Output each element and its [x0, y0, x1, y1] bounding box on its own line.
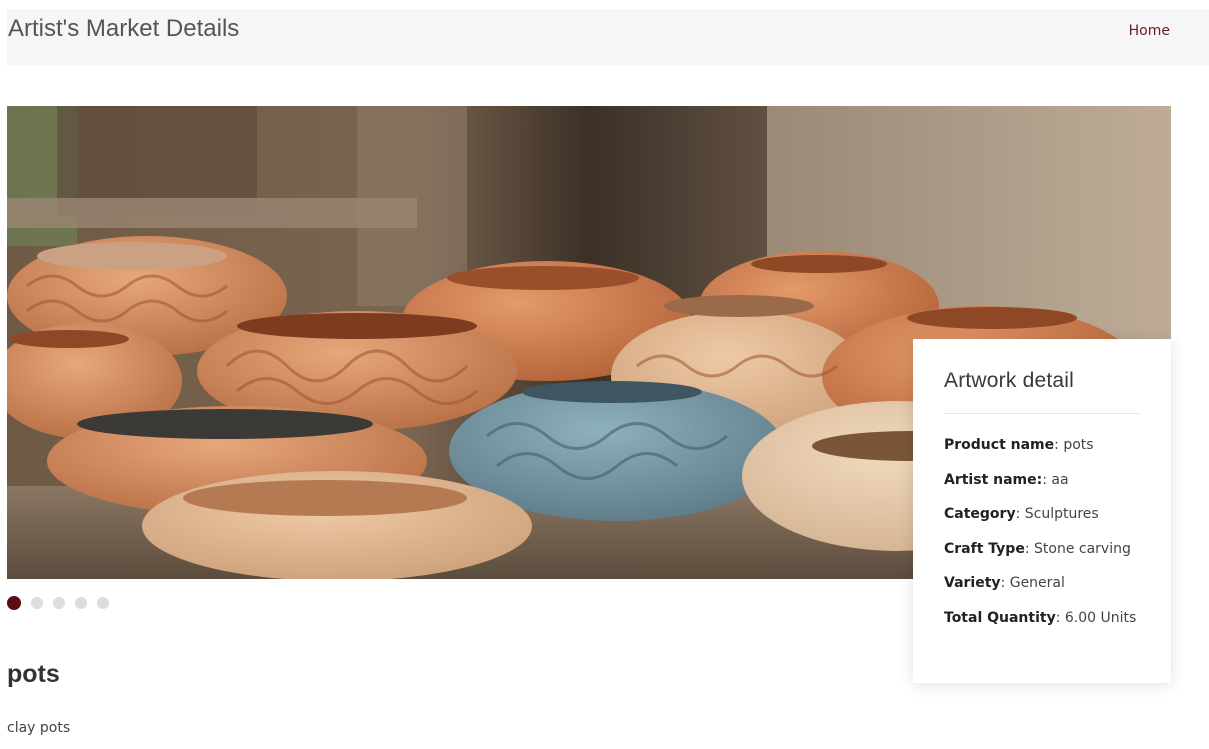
carousel-indicators — [7, 596, 109, 610]
detail-row-total-quantity: Total Quantity: 6.00 Units — [944, 601, 1140, 636]
detail-value: Stone carving — [1034, 540, 1131, 557]
detail-separator: : — [1000, 575, 1010, 591]
detail-value: Sculptures — [1024, 506, 1099, 522]
carousel-dot-4[interactable] — [75, 597, 87, 609]
divider — [944, 413, 1140, 414]
carousel-dot-1[interactable] — [7, 596, 21, 610]
product-title: pots — [7, 660, 60, 688]
detail-value: General — [1009, 575, 1065, 591]
detail-label: Variety — [944, 575, 1001, 591]
nav-link-home[interactable]: Home — [1129, 23, 1170, 39]
carousel-dot-2[interactable] — [31, 597, 43, 609]
detail-row-category: Category: Sculptures — [944, 497, 1140, 532]
detail-separator: : — [1054, 437, 1064, 453]
detail-label: Artist name: — [944, 471, 1043, 488]
site-title: Artist's Market Details — [8, 15, 240, 42]
detail-separator: : — [1015, 506, 1025, 522]
detail-value: aa — [1051, 471, 1069, 488]
product-description: clay pots — [7, 720, 71, 736]
detail-separator: : — [1055, 609, 1065, 626]
detail-label: Product name — [944, 437, 1055, 453]
detail-separator: : — [1024, 540, 1034, 557]
detail-label: Category — [944, 506, 1016, 522]
detail-row-craft-type: Craft Type: Stone carving — [944, 532, 1140, 567]
detail-row-variety: Variety: General — [944, 566, 1140, 601]
detail-row-product-name: Product name: pots — [944, 428, 1140, 463]
detail-row-artist-name: Artist name:: aa — [944, 463, 1140, 498]
detail-label: Craft Type — [944, 540, 1025, 557]
detail-label: Total Quantity — [944, 609, 1056, 626]
top-navbar: Artist's Market Details Home — [7, 9, 1209, 65]
artwork-detail-card: Artwork detail Product name: pots Artist… — [913, 339, 1171, 683]
carousel-dot-5[interactable] — [97, 597, 109, 609]
detail-value: pots — [1063, 437, 1094, 453]
artwork-detail-list: Product name: pots Artist name:: aa Cate… — [944, 428, 1140, 635]
artwork-detail-title: Artwork detail — [944, 369, 1075, 392]
carousel-dot-3[interactable] — [53, 597, 65, 609]
detail-value: 6.00 Units — [1064, 609, 1137, 626]
